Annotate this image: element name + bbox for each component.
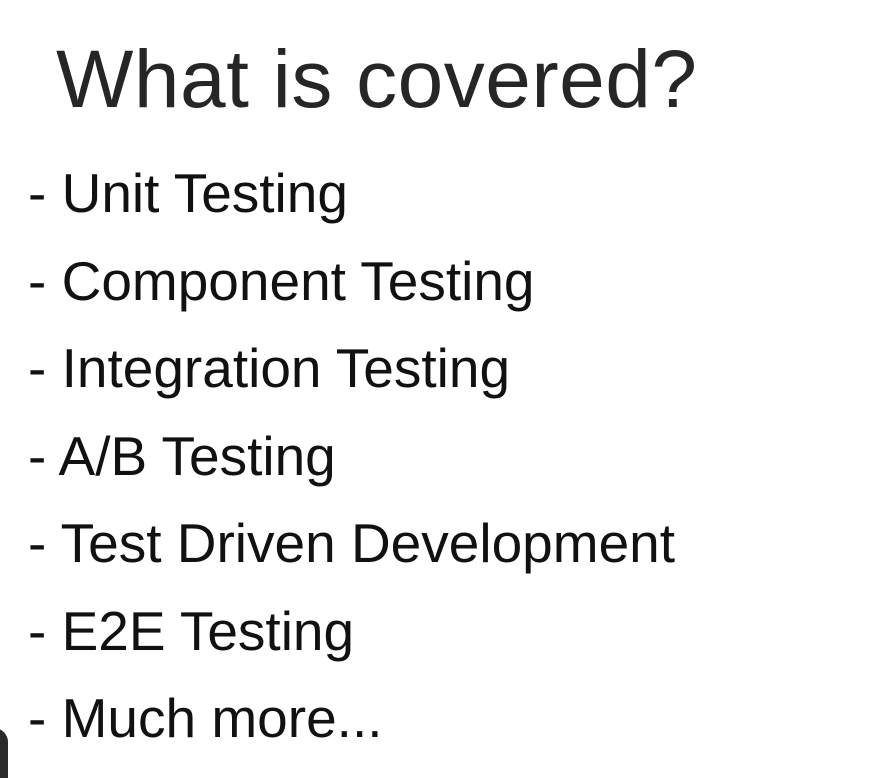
list-item: - Component Testing (28, 249, 535, 312)
list-item: - Integration Testing (28, 337, 511, 399)
slide-title: What is covered? (56, 34, 698, 125)
list-item: - Unit Testing (28, 162, 348, 224)
slide: What is covered? - Unit Testing - Compon… (0, 0, 896, 778)
list-item: - E2E Testing (28, 599, 355, 662)
window-edge (0, 728, 8, 778)
list-item: - Test Driven Development (28, 512, 676, 574)
list-item: - Much more... (28, 687, 383, 749)
list-item: - A/B Testing (28, 424, 336, 487)
topic-list: - Unit Testing - Component Testing - Int… (28, 150, 675, 763)
